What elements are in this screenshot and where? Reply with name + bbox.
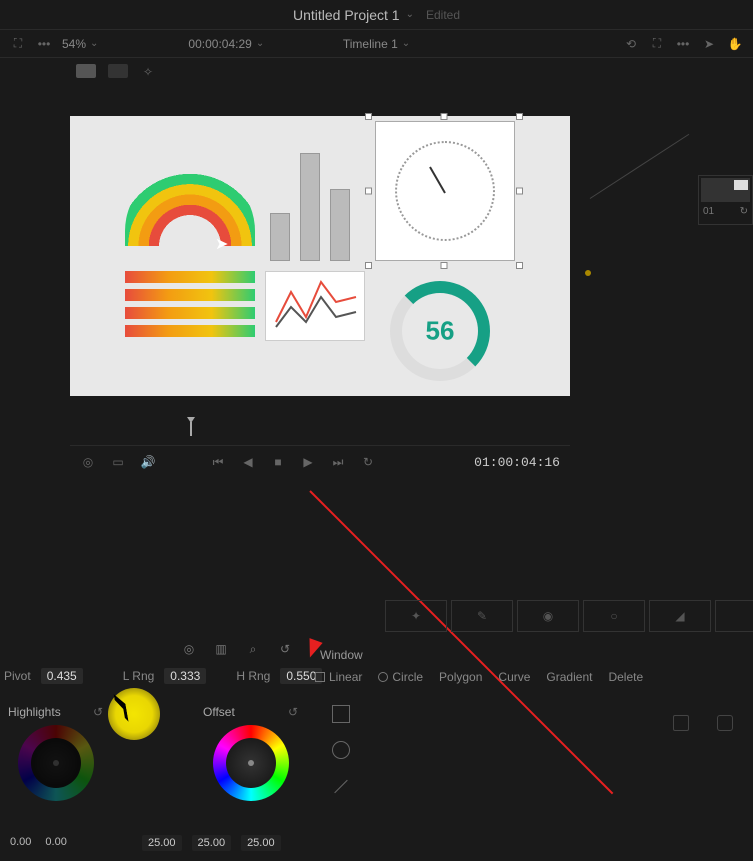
bars-widget [265, 136, 365, 266]
circle-shape-button[interactable]: Circle [378, 670, 423, 684]
stripes-widget [125, 271, 255, 341]
pivot-value[interactable]: 0.435 [41, 668, 83, 684]
delete-button[interactable]: Delete [608, 670, 643, 684]
more2-icon[interactable]: ••• [675, 36, 691, 52]
chevron-down-icon: ⌄ [256, 38, 264, 49]
reset-icon[interactable]: ↺ [288, 705, 298, 719]
resize-handle[interactable] [516, 188, 523, 195]
project-title[interactable]: Untitled Project 1 ⌄ [293, 7, 414, 23]
reset-icon[interactable]: ↺ [93, 705, 103, 719]
resize-handle[interactable] [365, 113, 372, 120]
step-back-icon[interactable]: ◀ [240, 454, 256, 470]
timeline-dropdown[interactable]: Timeline 1 ⌄ [343, 37, 410, 51]
gradient-shape-button[interactable]: Gradient [546, 670, 592, 684]
bypass-icon[interactable]: ◎ [80, 454, 96, 470]
timecode-display[interactable]: 01:00:04:16 [474, 455, 560, 470]
project-title-text: Untitled Project 1 [293, 7, 400, 23]
mask-tool[interactable]: ◉ [517, 600, 579, 632]
blur-tool[interactable]: ◢ [649, 600, 711, 632]
timecode[interactable]: 00:00:04:29 [188, 37, 251, 51]
timeline-label: Timeline 1 [343, 37, 398, 51]
offset-value-3[interactable]: 25.00 [241, 835, 281, 851]
panel-toggle-1[interactable] [673, 715, 689, 731]
stop-icon[interactable]: ■ [270, 454, 286, 470]
lrng-label: L Rng [123, 669, 155, 683]
clip-thumbnail[interactable]: 01 ↻ [698, 175, 753, 225]
view-mode-icon-2[interactable] [108, 64, 128, 78]
skip-forward-icon[interactable]: ⏭ [330, 454, 346, 470]
chevron-down-icon: ⌄ [402, 38, 410, 49]
bars-icon[interactable]: ▥ [212, 640, 230, 658]
edited-label: Edited [426, 8, 460, 22]
wheel-indicator[interactable] [53, 760, 59, 766]
pointer-icon[interactable]: ➤ [701, 36, 717, 52]
chevron-down-icon: ⌄ [90, 38, 98, 49]
linear-shape-button[interactable]: Linear [315, 670, 362, 684]
view-mode-icon-1[interactable] [76, 64, 96, 78]
selection-box[interactable] [368, 116, 520, 266]
keyframe-line [590, 134, 690, 199]
highlights-wheel[interactable] [18, 725, 94, 801]
donut-widget: 56 [390, 281, 490, 381]
expand-icon[interactable]: ⛶ [10, 36, 26, 52]
panel-toggle-2[interactable] [717, 715, 733, 731]
linechart-widget [265, 271, 365, 341]
chevron-down-icon: ⌄ [406, 9, 414, 20]
tracker-tool[interactable]: ○ [583, 600, 645, 632]
cursor-highlight-annotation [108, 688, 160, 740]
highlights-value-2[interactable]: 0.00 [45, 836, 66, 848]
resize-handle[interactable] [365, 188, 372, 195]
wheel-indicator[interactable] [248, 760, 254, 766]
resize-handle[interactable] [516, 113, 523, 120]
donut-value: 56 [426, 316, 455, 347]
clip-number: 01 [703, 206, 714, 217]
zoom-value: 54% [62, 37, 86, 51]
playhead[interactable] [190, 422, 192, 436]
pivot-label: Pivot [4, 669, 31, 683]
line-shape-tool[interactable] [332, 777, 350, 795]
polygon-shape-button[interactable]: Polygon [439, 670, 482, 684]
keyframe-dot[interactable] [585, 270, 591, 276]
wand-icon[interactable]: ✧ [140, 64, 156, 80]
circle-icon [378, 672, 388, 682]
square-shape-tool[interactable] [332, 705, 350, 723]
lrng-value[interactable]: 0.333 [164, 668, 206, 684]
skip-back-icon[interactable]: ⏮ [210, 454, 226, 470]
window-tab[interactable]: Window [320, 648, 363, 662]
wand-tool[interactable]: ✎ [451, 600, 513, 632]
clip-reset-icon: ↻ [740, 206, 748, 217]
offset-label: Offset [203, 705, 235, 719]
key-tool[interactable] [715, 600, 753, 632]
zoom-dropdown[interactable]: 54% ⌄ [62, 37, 98, 51]
loop-icon[interactable]: ⟲ [623, 36, 639, 52]
expand2-icon[interactable]: ⛶ [649, 36, 665, 52]
offset-wheel[interactable] [213, 725, 289, 801]
hrng-label: H Rng [236, 669, 270, 683]
zoom-icon[interactable]: ⌕ [244, 640, 262, 658]
highlights-label: Highlights [8, 705, 61, 719]
more-icon[interactable]: ••• [36, 36, 52, 52]
offset-value-1[interactable]: 25.00 [142, 835, 182, 851]
loop-icon[interactable]: ↻ [360, 454, 376, 470]
resize-handle[interactable] [441, 262, 448, 269]
gauge-widget [125, 166, 255, 246]
reset-all-icon[interactable]: ↺ [276, 640, 294, 658]
highlights-value-1[interactable]: 0.00 [10, 836, 31, 848]
hand-icon[interactable]: ✋ [727, 36, 743, 52]
resize-handle[interactable] [516, 262, 523, 269]
resize-handle[interactable] [441, 113, 448, 120]
split-icon[interactable]: ▭ [110, 454, 126, 470]
sparkle-tool[interactable]: ✦ [385, 600, 447, 632]
resize-handle[interactable] [365, 262, 372, 269]
circle-shape-tool[interactable] [332, 741, 350, 759]
annotation-arrow [309, 490, 613, 794]
viewer-canvas[interactable]: ➤ 56 [70, 116, 570, 396]
scopes-icon[interactable]: ◎ [180, 640, 198, 658]
square-icon [315, 672, 325, 682]
mute-icon[interactable]: 🔊 [140, 454, 156, 470]
scrubber[interactable] [70, 426, 570, 446]
offset-value-2[interactable]: 25.00 [192, 835, 232, 851]
curve-shape-button[interactable]: Curve [498, 670, 530, 684]
play-icon[interactable]: ▶ [300, 454, 316, 470]
